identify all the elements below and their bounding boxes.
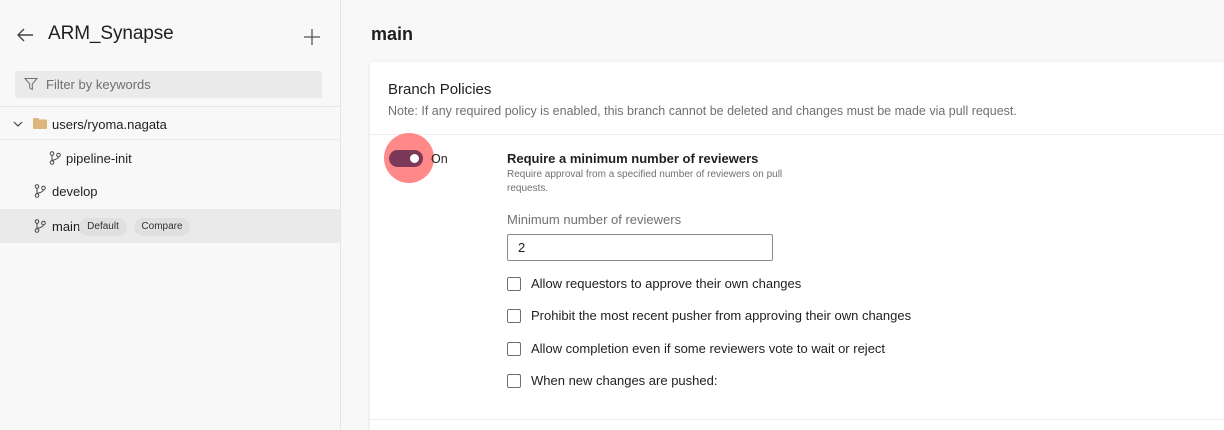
branch-icon xyxy=(34,184,46,198)
filter-icon xyxy=(24,78,38,91)
filter-input[interactable] xyxy=(46,71,316,98)
checkbox-label: Prohibit the most recent pusher from app… xyxy=(531,308,912,323)
tree-item-branch[interactable]: develop xyxy=(0,175,340,208)
checkbox[interactable] xyxy=(507,374,521,388)
card-note: Note: If any required policy is enabled,… xyxy=(388,104,1017,118)
folder-icon xyxy=(33,118,47,129)
repo-title: ARM_Synapse xyxy=(48,23,174,44)
checkbox-label: Allow completion even if some reviewers … xyxy=(531,341,886,356)
branch-policies-card: Branch Policies Note: If any required po… xyxy=(370,62,1224,430)
min-reviewers-toggle[interactable] xyxy=(389,150,423,167)
filter-box xyxy=(15,71,322,98)
back-arrow-icon[interactable] xyxy=(14,24,36,46)
toggle-label: On xyxy=(431,152,448,166)
tree-item-branch-selected[interactable]: main Default Compare xyxy=(0,209,340,243)
compare-badge[interactable]: Compare xyxy=(134,218,190,236)
default-badge: Default xyxy=(79,218,127,236)
card-title: Branch Policies xyxy=(388,81,492,98)
card-section-divider xyxy=(370,419,1224,420)
chevron-down-icon[interactable] xyxy=(12,118,24,130)
page-title: main xyxy=(371,24,414,44)
min-reviewers-input[interactable] xyxy=(507,234,773,261)
plus-icon[interactable] xyxy=(302,27,322,47)
checkbox-label: When new changes are pushed: xyxy=(531,373,718,388)
card-divider xyxy=(370,134,1224,135)
min-reviewers-label: Minimum number of reviewers xyxy=(507,212,682,227)
sidebar-header: ARM_Synapse xyxy=(0,0,340,66)
tree-item-label: users/ryoma.nagata xyxy=(52,117,167,132)
checkbox[interactable] xyxy=(507,309,521,323)
branch-icon xyxy=(34,219,46,233)
toggle-knob xyxy=(410,154,419,163)
main-panel: main Branch Policies Note: If any requir… xyxy=(341,0,1224,430)
tree-item-label: main xyxy=(52,219,81,234)
branch-sidebar: ARM_Synapse users/ryoma.nagata pipeline-… xyxy=(0,0,341,430)
branch-icon xyxy=(49,151,61,165)
policy-title: Require a minimum number of reviewers xyxy=(507,151,759,166)
policy-description: Require approval from a specified number… xyxy=(507,169,783,194)
checkbox[interactable] xyxy=(507,342,521,356)
tree-item-folder[interactable]: users/ryoma.nagata xyxy=(0,107,340,140)
tree-item-branch[interactable]: pipeline-init xyxy=(0,141,340,174)
tree-item-label: pipeline-init xyxy=(66,151,132,166)
checkbox-label: Allow requestors to approve their own ch… xyxy=(531,276,802,291)
checkbox[interactable] xyxy=(507,277,521,291)
tree-item-label: develop xyxy=(52,184,98,199)
